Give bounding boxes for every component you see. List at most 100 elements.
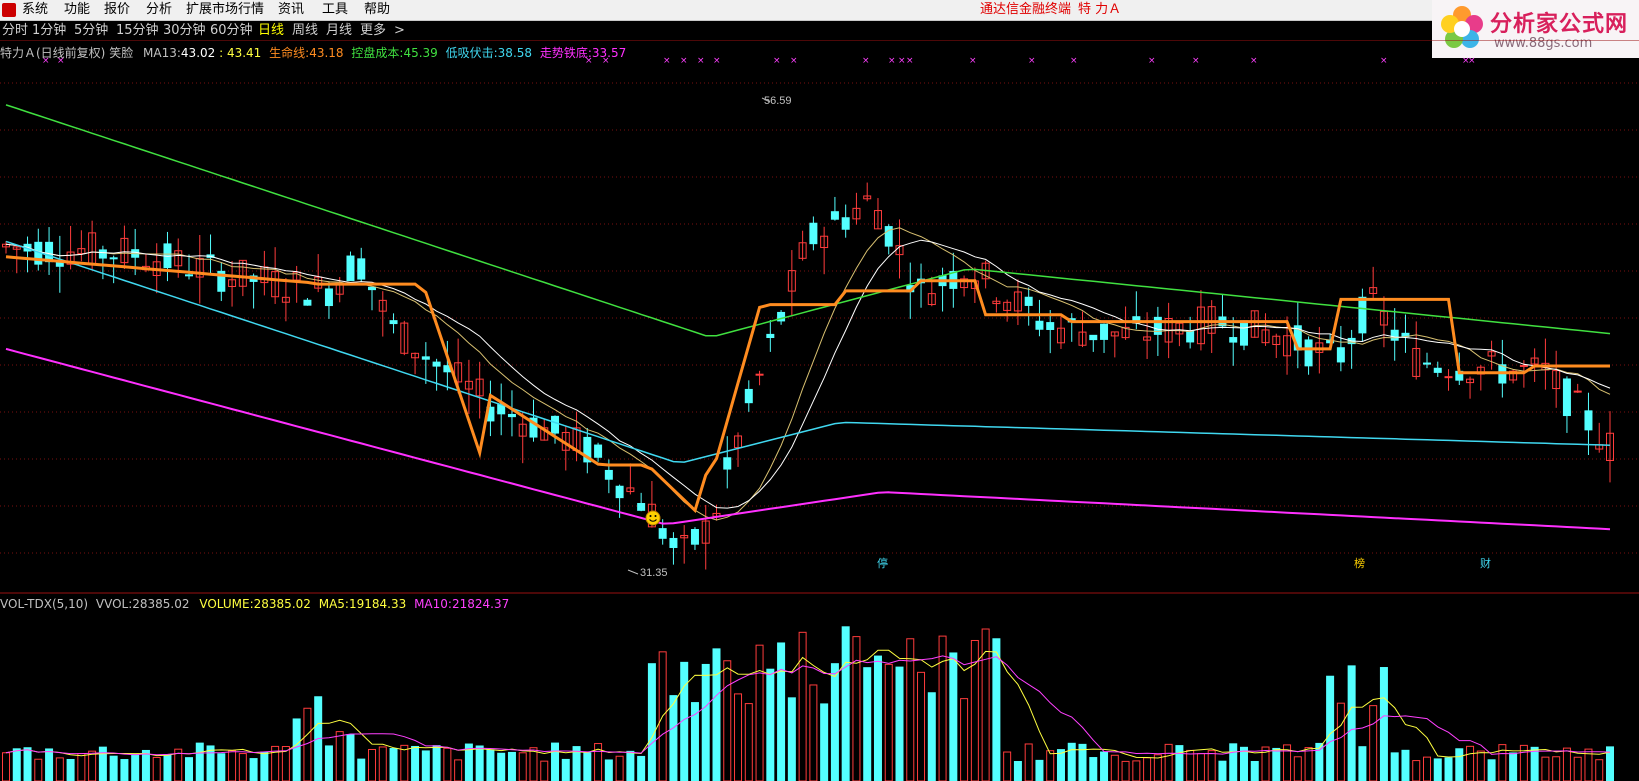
candle-body — [1304, 339, 1313, 367]
volume-bar — [12, 748, 21, 781]
candle-body — [1186, 330, 1195, 343]
candle-body — [1433, 367, 1442, 373]
period-tab-monthly[interactable]: 月线 — [326, 22, 352, 39]
menu-item-function[interactable]: 功能 — [64, 1, 90, 19]
candle-body — [1035, 320, 1044, 330]
signal-marker: × — [697, 56, 705, 66]
candle-body — [1584, 410, 1593, 431]
volume-bar — [475, 745, 484, 781]
candle-body — [755, 373, 764, 376]
signal-marker: × — [585, 56, 593, 66]
signal-marker: × — [1070, 56, 1078, 66]
menu-item-tools[interactable]: 工具 — [322, 1, 348, 19]
volume-bar — [615, 755, 624, 781]
volume-bar — [1466, 745, 1475, 781]
volume-bar — [777, 642, 786, 781]
menu-item-quote[interactable]: 报价 — [104, 1, 130, 19]
stock-title: 特 力Ａ — [1078, 2, 1122, 17]
candle-body — [723, 457, 732, 470]
signal-marker: × — [773, 56, 781, 66]
volume-bar — [2, 752, 10, 781]
menu-item-help[interactable]: 帮助 — [364, 1, 390, 19]
candle-body — [1046, 322, 1055, 330]
menu-item-system[interactable]: 系统 — [22, 1, 48, 19]
volume-bar — [400, 744, 409, 781]
candle-body — [1519, 364, 1528, 367]
volume-bar — [454, 759, 463, 781]
volume-bar — [744, 703, 753, 781]
candle-body — [507, 413, 516, 418]
candle-body — [766, 333, 775, 339]
volume-bar — [1132, 760, 1141, 781]
volume-bar — [66, 758, 75, 781]
candle-body — [368, 286, 377, 291]
period-tab-intraday[interactable]: 分时 — [2, 22, 28, 39]
candle-body — [303, 299, 312, 306]
volume-bar — [766, 668, 775, 781]
menu-item-analysis[interactable]: 分析 — [146, 1, 172, 19]
volume-bar — [1401, 749, 1410, 781]
volume-bar — [421, 750, 430, 781]
volume-bar — [195, 742, 204, 781]
volume-bar — [1164, 743, 1173, 781]
menu-item-news[interactable]: 资讯 — [278, 1, 304, 19]
period-tab-more[interactable]: 更多 — [360, 22, 386, 39]
period-tab-daily[interactable]: 日线 — [258, 22, 284, 39]
smiley-face-icon — [645, 510, 661, 526]
volume-bar — [432, 745, 441, 781]
volume-bar — [1003, 751, 1012, 781]
volume-bar — [895, 666, 904, 781]
volume-bar — [34, 758, 43, 781]
volume-bar — [346, 734, 355, 781]
signal-marker: × — [906, 56, 914, 66]
volume-bar — [1143, 757, 1152, 781]
signal-marker: × — [1028, 56, 1036, 66]
period-tab-weekly[interactable]: 周线 — [292, 22, 318, 39]
period-tab-60min[interactable]: 60分钟 — [210, 22, 253, 39]
event-marker-ranking[interactable]: 榜 — [1354, 556, 1365, 570]
event-marker-finance[interactable]: 财 — [1480, 556, 1491, 570]
volume-bar — [820, 703, 829, 781]
candle-body — [185, 274, 194, 277]
volume-bar — [938, 635, 947, 781]
volume-bar — [863, 667, 872, 781]
event-marker-halt[interactable]: 停 — [877, 556, 888, 570]
volume-bar — [1444, 757, 1453, 781]
signal-marker: × — [888, 56, 896, 66]
candle-body — [357, 258, 366, 280]
volume-bar — [1562, 747, 1571, 781]
volume-bar — [152, 756, 161, 781]
volume-bar — [1552, 756, 1561, 781]
volume-bar — [1369, 705, 1378, 781]
volume-bar — [1218, 760, 1227, 781]
period-tab-1min[interactable]: 1分钟 — [32, 22, 66, 39]
volume-bar — [1530, 746, 1539, 781]
kline-chart[interactable]: × × × × × × × × × × × × × × × × × × × × × ×× 56.59 31.35 停 榜 … — [0, 40, 1639, 781]
volume-bar — [1153, 754, 1162, 781]
volume-bar — [45, 748, 54, 781]
volume-bar — [647, 663, 656, 781]
volume-bar — [368, 748, 377, 781]
period-tab-30min[interactable]: 30分钟 — [163, 22, 206, 39]
candle-body — [658, 528, 667, 539]
volume-bar — [841, 626, 850, 781]
life-line — [5, 255, 1610, 514]
period-tab-15min[interactable]: 15分钟 — [116, 22, 159, 39]
volume-bar — [583, 752, 592, 781]
volume-bar — [1509, 752, 1518, 781]
volume-bar — [411, 745, 420, 781]
period-tab-5min[interactable]: 5分钟 — [74, 22, 108, 39]
signal-marker: × — [898, 56, 906, 66]
menu-item-extended-market[interactable]: 扩展市场行情 — [186, 1, 264, 19]
volume-bar — [1326, 675, 1335, 781]
volume-bar — [1013, 761, 1022, 781]
candle-body — [841, 217, 850, 230]
candle-body — [1239, 320, 1248, 346]
volume-bar — [141, 749, 150, 781]
volume-bar — [1035, 759, 1044, 781]
candle-body — [1444, 376, 1453, 379]
volume-bar — [292, 718, 301, 781]
chevron-right-icon[interactable]: > — [394, 22, 405, 39]
candle-body — [744, 388, 753, 404]
volume-bar — [1455, 748, 1464, 781]
